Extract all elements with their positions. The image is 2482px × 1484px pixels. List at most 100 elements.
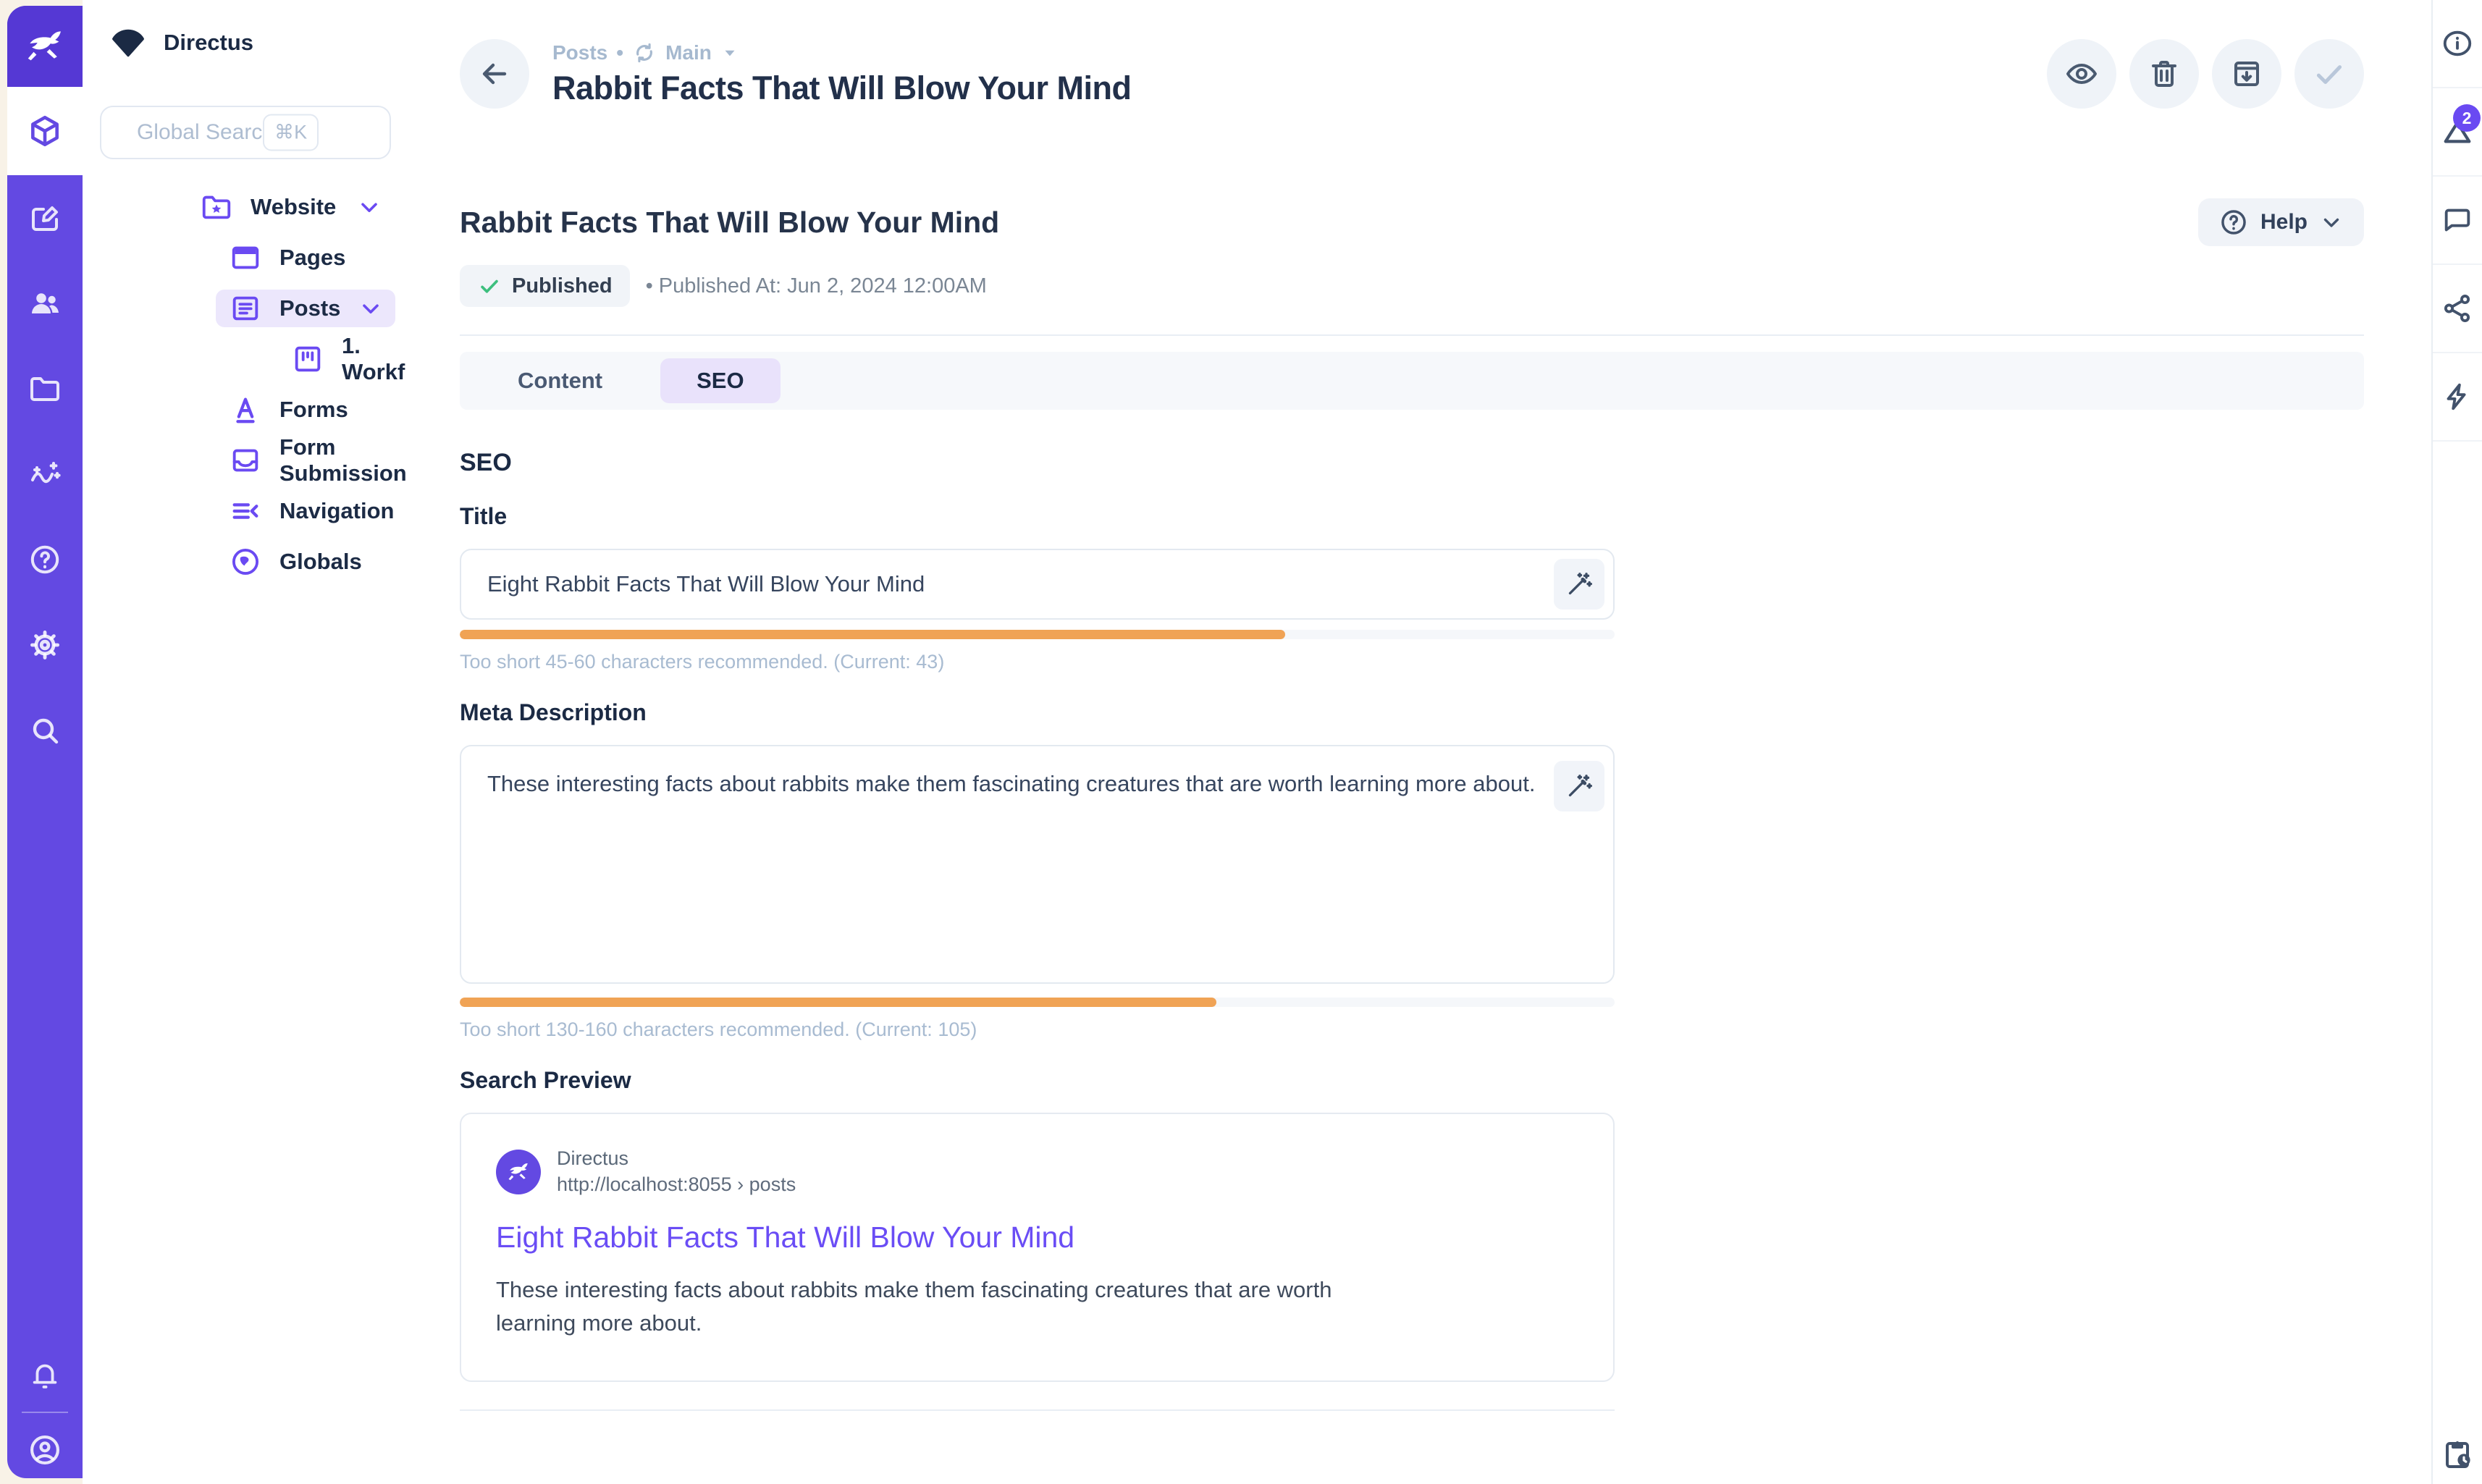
breadcrumb-separator: •: [616, 41, 623, 64]
module-files[interactable]: [7, 346, 83, 431]
seo-title-label: Title: [460, 503, 1615, 530]
notifications-button[interactable]: [28, 1359, 62, 1393]
folder-icon: [28, 371, 62, 406]
search-preview-card: Directus http://localhost:8055 › posts E…: [460, 1113, 1615, 1382]
breadcrumb[interactable]: Posts • Main: [552, 41, 1131, 65]
module-editor[interactable]: [7, 175, 83, 261]
generate-title-button[interactable]: [1554, 559, 1604, 610]
caret-down-icon[interactable]: [720, 43, 739, 62]
module-settings[interactable]: [7, 602, 83, 688]
check-icon: [2311, 56, 2347, 92]
module-bar: [7, 6, 83, 1478]
page-header: Posts • Main Rabbit Facts That Will Blow…: [460, 39, 2364, 109]
globe-icon: [229, 545, 262, 578]
check-icon: [477, 274, 502, 298]
seo-title-progress-fill: [460, 630, 1285, 639]
seo-form: SEO Title Too short 45-60 characters rec…: [460, 449, 1615, 1411]
sidebar-item-posts[interactable]: Posts: [216, 290, 395, 327]
right-sidebar-rail: 2: [2431, 0, 2482, 1484]
module-help[interactable]: [7, 517, 83, 602]
global-search-input[interactable]: [100, 106, 391, 159]
magic-wand-icon: [1565, 772, 1594, 801]
module-bar-bottom: [7, 1359, 83, 1478]
module-insights[interactable]: [7, 431, 83, 517]
seo-title-hint: Too short 45-60 characters recommended. …: [460, 651, 1615, 673]
edit-icon: [28, 201, 62, 235]
sidebar-item-globals[interactable]: Globals: [216, 543, 395, 581]
trash-icon: [2147, 56, 2182, 91]
published-at-text: • Published At: Jun 2, 2024 12:00AM: [646, 274, 987, 298]
preview-url: http://localhost:8055 › posts: [557, 1173, 796, 1196]
sidebar-item-label: Forms: [279, 397, 348, 423]
collection-nav: Website Pages Posts: [197, 188, 395, 581]
comment-icon: [2441, 203, 2474, 237]
sidebar-item-website[interactable]: Website: [187, 188, 395, 226]
revisions-count-badge: 2: [2453, 104, 2481, 132]
breadcrumb-version[interactable]: Main: [665, 41, 712, 64]
module-users[interactable]: [7, 261, 83, 346]
seo-section-label: SEO: [460, 449, 1615, 477]
chevron-down-icon[interactable]: [356, 194, 382, 220]
save-button[interactable]: [2294, 39, 2364, 109]
sidebar-item-navigation[interactable]: Navigation: [216, 492, 395, 530]
seo-meta-textarea[interactable]: These interesting facts about rabbits ma…: [460, 745, 1615, 984]
clipboard-clock-icon: [2440, 1436, 2475, 1471]
tab-seo[interactable]: SEO: [660, 358, 780, 403]
search-shortcut-kbd: ⌘K: [263, 114, 319, 151]
directus-logo[interactable]: [7, 6, 83, 87]
module-search[interactable]: [7, 688, 83, 773]
preview-result-title[interactable]: Eight Rabbit Facts That Will Blow Your M…: [496, 1220, 1578, 1255]
directus-app: Directus ⌘K Website Pages: [0, 0, 2482, 1484]
sidebar-item-label: Form Submissions: [279, 434, 419, 486]
seo-meta-label: Meta Description: [460, 699, 1615, 726]
seo-title-field: [460, 549, 1615, 620]
generate-meta-button[interactable]: [1554, 761, 1604, 811]
flows-panel-button[interactable]: [2433, 353, 2482, 442]
info-panel-button[interactable]: [2433, 0, 2482, 88]
tab-bar: Content SEO: [460, 352, 2364, 410]
archive-button[interactable]: [2212, 39, 2281, 109]
sidebar-item-forms[interactable]: Forms: [216, 391, 395, 429]
folder-star-icon: [200, 190, 233, 224]
preview-result-description: These interesting facts about rabbits ma…: [496, 1273, 1350, 1340]
status-label: Published: [512, 274, 613, 298]
sidebar-item-label: Pages: [279, 245, 345, 271]
revisions-panel-button[interactable]: 2: [2433, 88, 2482, 177]
header-titles: Posts • Main Rabbit Facts That Will Blow…: [552, 41, 1131, 107]
help-circle-icon: [2218, 207, 2249, 237]
info-icon: [2441, 27, 2474, 60]
project-fan-icon: [110, 25, 146, 61]
project-header[interactable]: Directus: [83, 0, 405, 85]
project-name: Directus: [164, 30, 253, 56]
module-content-active[interactable]: [7, 87, 83, 175]
sidebar-item-pages[interactable]: Pages: [216, 239, 395, 277]
preview-site-row: Directus http://localhost:8055 › posts: [496, 1147, 1578, 1196]
share-icon: [2441, 292, 2474, 325]
breadcrumb-collection[interactable]: Posts: [552, 41, 607, 64]
back-button[interactable]: [460, 39, 529, 109]
seo-meta-field: These interesting facts about rabbits ma…: [460, 745, 1615, 987]
preview-button[interactable]: [2047, 39, 2116, 109]
account-button[interactable]: [27, 1432, 63, 1468]
tab-content[interactable]: Content: [518, 368, 602, 394]
comments-panel-button[interactable]: [2433, 177, 2482, 265]
share-panel-button[interactable]: [2433, 265, 2482, 353]
preview-site-meta: Directus http://localhost:8055 › posts: [557, 1147, 796, 1196]
sidebar-item-form-submissions[interactable]: Form Submissions: [216, 442, 395, 479]
item-header: Rabbit Facts That Will Blow Your Mind He…: [460, 198, 2364, 246]
sidebar-item-workflow[interactable]: 1. Workflow: [278, 340, 395, 378]
delete-button[interactable]: [2129, 39, 2199, 109]
version-sync-icon: [632, 41, 657, 65]
chevron-down-icon[interactable]: [358, 295, 384, 321]
help-button[interactable]: Help: [2198, 198, 2364, 246]
help-label: Help: [2260, 210, 2308, 235]
preview-site-name: Directus: [557, 1147, 796, 1170]
box-icon: [27, 113, 63, 149]
module-bar-divider: [22, 1412, 68, 1413]
seo-title-input[interactable]: [460, 549, 1615, 620]
search-icon: [28, 713, 62, 748]
schedule-panel-button[interactable]: [2440, 1436, 2475, 1471]
favicon-rabbit-icon: [496, 1150, 541, 1194]
inbox-icon: [229, 444, 262, 477]
bell-icon: [28, 1359, 62, 1393]
